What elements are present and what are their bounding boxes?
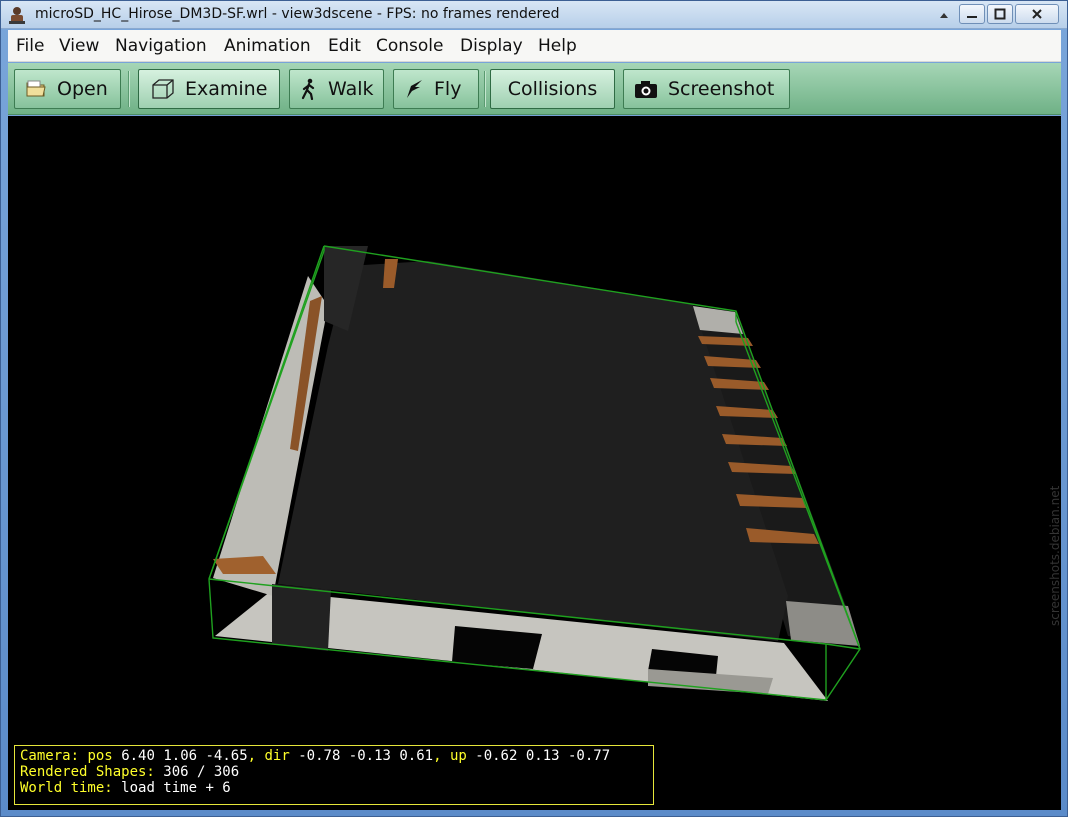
shapes-label: Rendered Shapes: xyxy=(20,764,155,780)
toolbar-separator xyxy=(484,71,486,107)
app-window: microSD_HC_Hirose_DM3D-SF.wrl - view3dsc… xyxy=(0,0,1068,817)
toolbar: Open Examine Walk Fly Collisions Screens… xyxy=(8,63,1061,115)
open-button[interactable]: Open xyxy=(14,69,121,109)
menu-bar: File View Navigation Animation Edit Cons… xyxy=(8,30,1061,62)
shade-icon[interactable] xyxy=(937,9,951,23)
toolbar-separator xyxy=(128,71,130,107)
menu-edit[interactable]: Edit xyxy=(328,36,361,56)
menu-console[interactable]: Console xyxy=(376,36,444,56)
shapes-value: 306 / 306 xyxy=(163,764,240,780)
watermark-text: screenshots.debian.net xyxy=(1048,485,1061,626)
minimize-icon xyxy=(967,16,977,18)
title-bar[interactable]: microSD_HC_Hirose_DM3D-SF.wrl - view3dsc… xyxy=(1,1,1067,29)
fly-label: Fly xyxy=(434,78,462,100)
maximize-button[interactable] xyxy=(987,4,1013,24)
up-label: up xyxy=(449,748,467,764)
menu-view[interactable]: View xyxy=(59,36,99,56)
pos-label: pos xyxy=(87,748,113,764)
dir-label: dir xyxy=(264,748,290,764)
menu-animation[interactable]: Animation xyxy=(224,36,311,56)
world-time-label: World time: xyxy=(20,780,113,796)
camera-line: Camera: pos 6.40 1.06 -4.65, dir -0.78 -… xyxy=(20,748,611,764)
camera-icon xyxy=(635,81,657,98)
pos-value: 6.40 1.06 -4.65 xyxy=(121,748,248,764)
close-icon xyxy=(1032,9,1042,19)
minimize-button[interactable] xyxy=(959,4,985,24)
walk-icon xyxy=(301,78,315,100)
world-time-value: load time + 6 xyxy=(121,780,231,796)
world-time-line: World time: load time + 6 xyxy=(20,780,648,796)
screenshot-button[interactable]: Screenshot xyxy=(623,69,790,109)
menu-display[interactable]: Display xyxy=(460,36,523,56)
menu-file[interactable]: File xyxy=(16,36,44,56)
open-label: Open xyxy=(57,78,108,100)
scene-render xyxy=(208,245,861,701)
app-icon xyxy=(9,7,25,24)
menu-help[interactable]: Help xyxy=(538,36,577,56)
camera-label: Camera: xyxy=(20,748,80,764)
examine-label: Examine xyxy=(185,78,268,100)
dir-value: -0.78 -0.13 0.61 xyxy=(298,748,434,764)
menu-navigation[interactable]: Navigation xyxy=(115,36,207,56)
walk-button[interactable]: Walk xyxy=(289,69,384,109)
window-title: microSD_HC_Hirose_DM3D-SF.wrl - view3dsc… xyxy=(35,6,560,22)
examine-button[interactable]: Examine xyxy=(138,69,280,109)
maximize-icon xyxy=(994,8,1006,20)
model-right-block xyxy=(786,601,860,646)
collisions-toggle[interactable]: Collisions xyxy=(490,69,615,109)
fly-icon xyxy=(407,80,422,98)
status-overlay: Camera: pos 6.40 1.06 -4.65, dir -0.78 -… xyxy=(14,745,654,805)
walk-label: Walk xyxy=(328,78,374,100)
folder-icon xyxy=(26,80,46,97)
3d-viewport[interactable]: screenshots.debian.net Camera: pos 6.40 … xyxy=(8,116,1061,810)
shapes-line: Rendered Shapes: 306 / 306 xyxy=(20,764,648,780)
model-front-block xyxy=(272,584,331,651)
up-value: -0.62 0.13 -0.77 xyxy=(475,748,611,764)
screenshot-label: Screenshot xyxy=(668,78,775,100)
cube-icon xyxy=(152,79,174,99)
close-button[interactable] xyxy=(1015,4,1059,24)
fly-button[interactable]: Fly xyxy=(393,69,479,109)
collisions-label: Collisions xyxy=(507,78,598,100)
